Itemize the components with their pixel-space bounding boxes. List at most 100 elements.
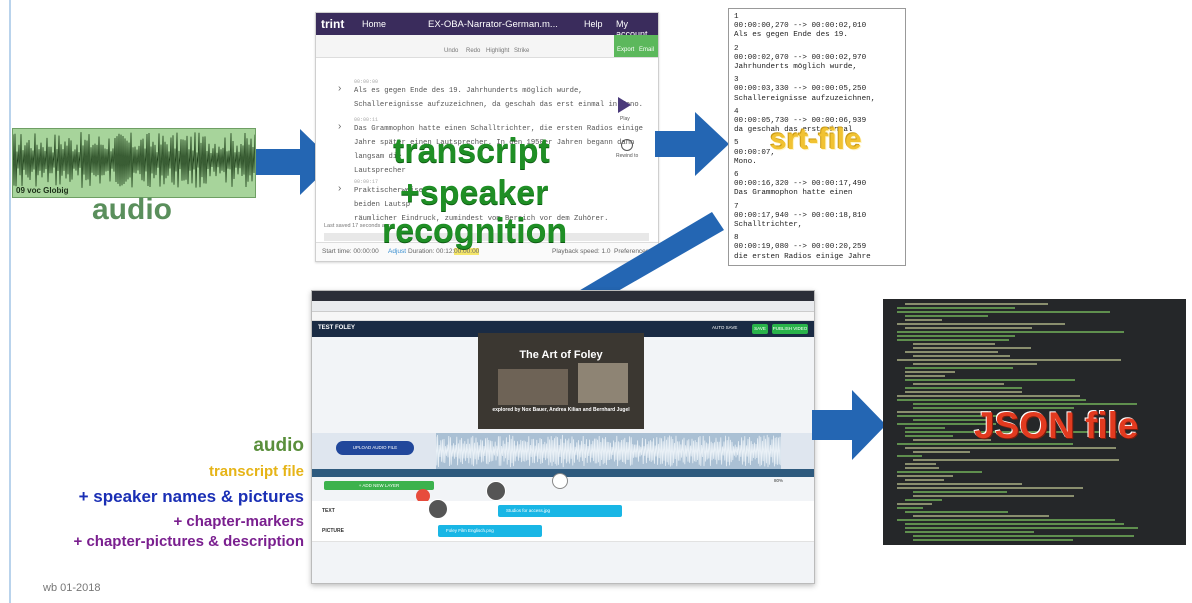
srt-time: 00:00:19,080 --> 00:00:20,259 xyxy=(734,243,867,252)
footer-credit: wb 01-2018 xyxy=(43,582,101,594)
chevron-right-icon[interactable]: › xyxy=(338,121,341,132)
waveform-caption: 09 voc Globig xyxy=(16,186,69,195)
legend-chapter-markers: + chapter-markers xyxy=(173,513,305,530)
browser-tabs xyxy=(312,291,814,301)
trint-top-bar: trint Home EX-OBA-Narrator-German.m... H… xyxy=(316,13,658,39)
speaker-avatar[interactable] xyxy=(428,499,448,519)
chevron-right-icon[interactable]: › xyxy=(338,83,341,94)
play-icon[interactable] xyxy=(618,97,631,113)
srt-num: 4 xyxy=(734,107,739,116)
video-preview[interactable]: The Art of Foley explored by Nox Bauer, … xyxy=(478,333,644,429)
json-code-line xyxy=(905,303,1049,305)
speaker-avatar[interactable] xyxy=(486,481,506,501)
json-code-line xyxy=(905,315,988,317)
json-code-line xyxy=(897,471,983,473)
srt-text: Schalltrichter, xyxy=(734,221,803,230)
json-code-line xyxy=(905,375,945,377)
layer-label-picture: PICTURE xyxy=(322,528,344,534)
trint-toolbar: Undo Redo Highlight Strike Export Email xyxy=(316,35,658,58)
play-button-icon[interactable] xyxy=(552,473,568,489)
auto-save[interactable]: AUTO SAVE xyxy=(712,325,737,330)
srt-text: Schallereignisse aufzuzeichnen, xyxy=(734,94,876,103)
upload-audio-button[interactable]: UPLOAD AUDIO FILE xyxy=(336,441,414,455)
srt-time: 00:00:00,270 --> 00:00:02,010 xyxy=(734,22,867,31)
json-code-line xyxy=(897,487,1084,489)
srt-num: 2 xyxy=(734,44,739,53)
srt-text: Als es gegen Ende des 19. xyxy=(734,31,848,40)
json-code-line xyxy=(905,351,998,353)
json-code-line xyxy=(905,447,1117,449)
zoom-level[interactable]: 80% xyxy=(774,478,783,483)
video-scene-box xyxy=(498,369,568,405)
srt-num: 6 xyxy=(734,171,739,180)
json-code-line xyxy=(913,515,1050,517)
layer-label-text: TEXT xyxy=(322,508,335,514)
srt-block: 7 00:00:17,940 --> 00:00:18,810 Schalltric… xyxy=(734,203,900,231)
add-layer-button[interactable]: + ADD NEW LAYER xyxy=(324,481,434,490)
srt-text: Mono. xyxy=(734,157,757,166)
json-code-line xyxy=(913,491,1008,493)
srt-file-label: srt-file xyxy=(770,123,862,156)
layer-row-text: TEXT Studios for access.jpg xyxy=(312,501,814,522)
json-code-line xyxy=(905,379,1075,381)
redo-button[interactable]: Redo xyxy=(466,48,480,54)
json-code-line xyxy=(897,507,924,509)
legend-speaker: + speaker names & pictures xyxy=(78,487,304,506)
srt-num: 3 xyxy=(734,76,739,85)
trint-home-link[interactable]: Home xyxy=(362,19,386,29)
paragraph-line: Als es gegen Ende des 19. Jahrhunderts m… xyxy=(354,87,583,95)
email-button[interactable]: Email xyxy=(639,47,654,53)
timeline-waveform[interactable] xyxy=(435,433,782,469)
timeline-area: UPLOAD AUDIO FILE xyxy=(312,433,814,469)
rewind-icon[interactable] xyxy=(621,139,633,151)
trint-help-link[interactable]: Help xyxy=(584,19,603,29)
json-code-line xyxy=(905,499,942,501)
srt-text: Jahrhunderts möglich wurde, xyxy=(734,63,858,72)
json-code-line xyxy=(913,535,1135,537)
srt-text: die ersten Radios einige Jahre xyxy=(734,252,871,261)
browser-url-bar[interactable] xyxy=(312,301,814,312)
json-code-line xyxy=(905,531,1035,533)
json-code-line xyxy=(897,335,1015,337)
arrow-transcript-to-srt xyxy=(655,112,731,176)
json-code-line xyxy=(913,343,995,345)
json-code-line xyxy=(897,359,1121,361)
srt-block: 1 00:00:00,270 --> 00:00:02,010 Als es geg… xyxy=(734,13,900,41)
srt-block: 3 00:00:03,330 --> 00:00:05,250 Schallerei… xyxy=(734,76,900,104)
chevron-right-icon[interactable]: › xyxy=(338,183,341,194)
picture-chip[interactable]: Foley Film Englisch.png xyxy=(438,525,542,537)
json-code-line xyxy=(897,339,1010,341)
json-code-line xyxy=(913,355,1011,357)
export-email-panel: Export Email xyxy=(614,35,658,57)
json-code-line xyxy=(913,495,1074,497)
srt-time: 00:00:16,320 --> 00:00:17,490 xyxy=(734,180,867,189)
json-code-line xyxy=(905,327,1033,329)
strike-button[interactable]: Strike xyxy=(514,48,529,54)
undo-button[interactable]: Undo xyxy=(444,48,458,54)
srt-num: 7 xyxy=(734,202,739,211)
json-code-line xyxy=(905,463,937,465)
publish-button[interactable]: PUBLISH VIDEO xyxy=(772,324,808,334)
json-code-line xyxy=(905,523,1125,525)
timeline-waveform-graphic xyxy=(435,434,782,468)
save-button[interactable]: SAVE xyxy=(752,324,768,334)
json-code-line xyxy=(913,539,1073,541)
export-button[interactable]: Export xyxy=(617,47,634,53)
srt-block: 8 00:00:19,080 --> 00:00:20,259 die ersten… xyxy=(734,234,900,262)
srt-time: 00:00:17,940 --> 00:00:18,810 xyxy=(734,211,867,220)
text-chip[interactable]: Studios for access.jpg xyxy=(498,505,622,517)
json-code-line xyxy=(913,451,971,453)
highlight-button[interactable]: Highlight xyxy=(486,48,509,54)
waveform-path xyxy=(13,132,255,188)
json-code-line xyxy=(897,483,1023,485)
trint-logo: trint xyxy=(321,17,345,31)
speaker-label: +speaker xyxy=(400,174,549,212)
json-code-line xyxy=(913,459,1119,461)
legend-transcript: transcript file xyxy=(208,463,304,480)
srt-text: Das Grammophon hatte einen xyxy=(734,189,853,198)
browser-bookmarks xyxy=(312,312,814,321)
json-code-line xyxy=(897,475,954,477)
editor-browser-screenshot: TEST FOLEY AUTO SAVE SAVE PUBLISH VIDEO … xyxy=(311,290,815,584)
waveform-path xyxy=(435,434,782,468)
json-code-line xyxy=(897,503,933,505)
